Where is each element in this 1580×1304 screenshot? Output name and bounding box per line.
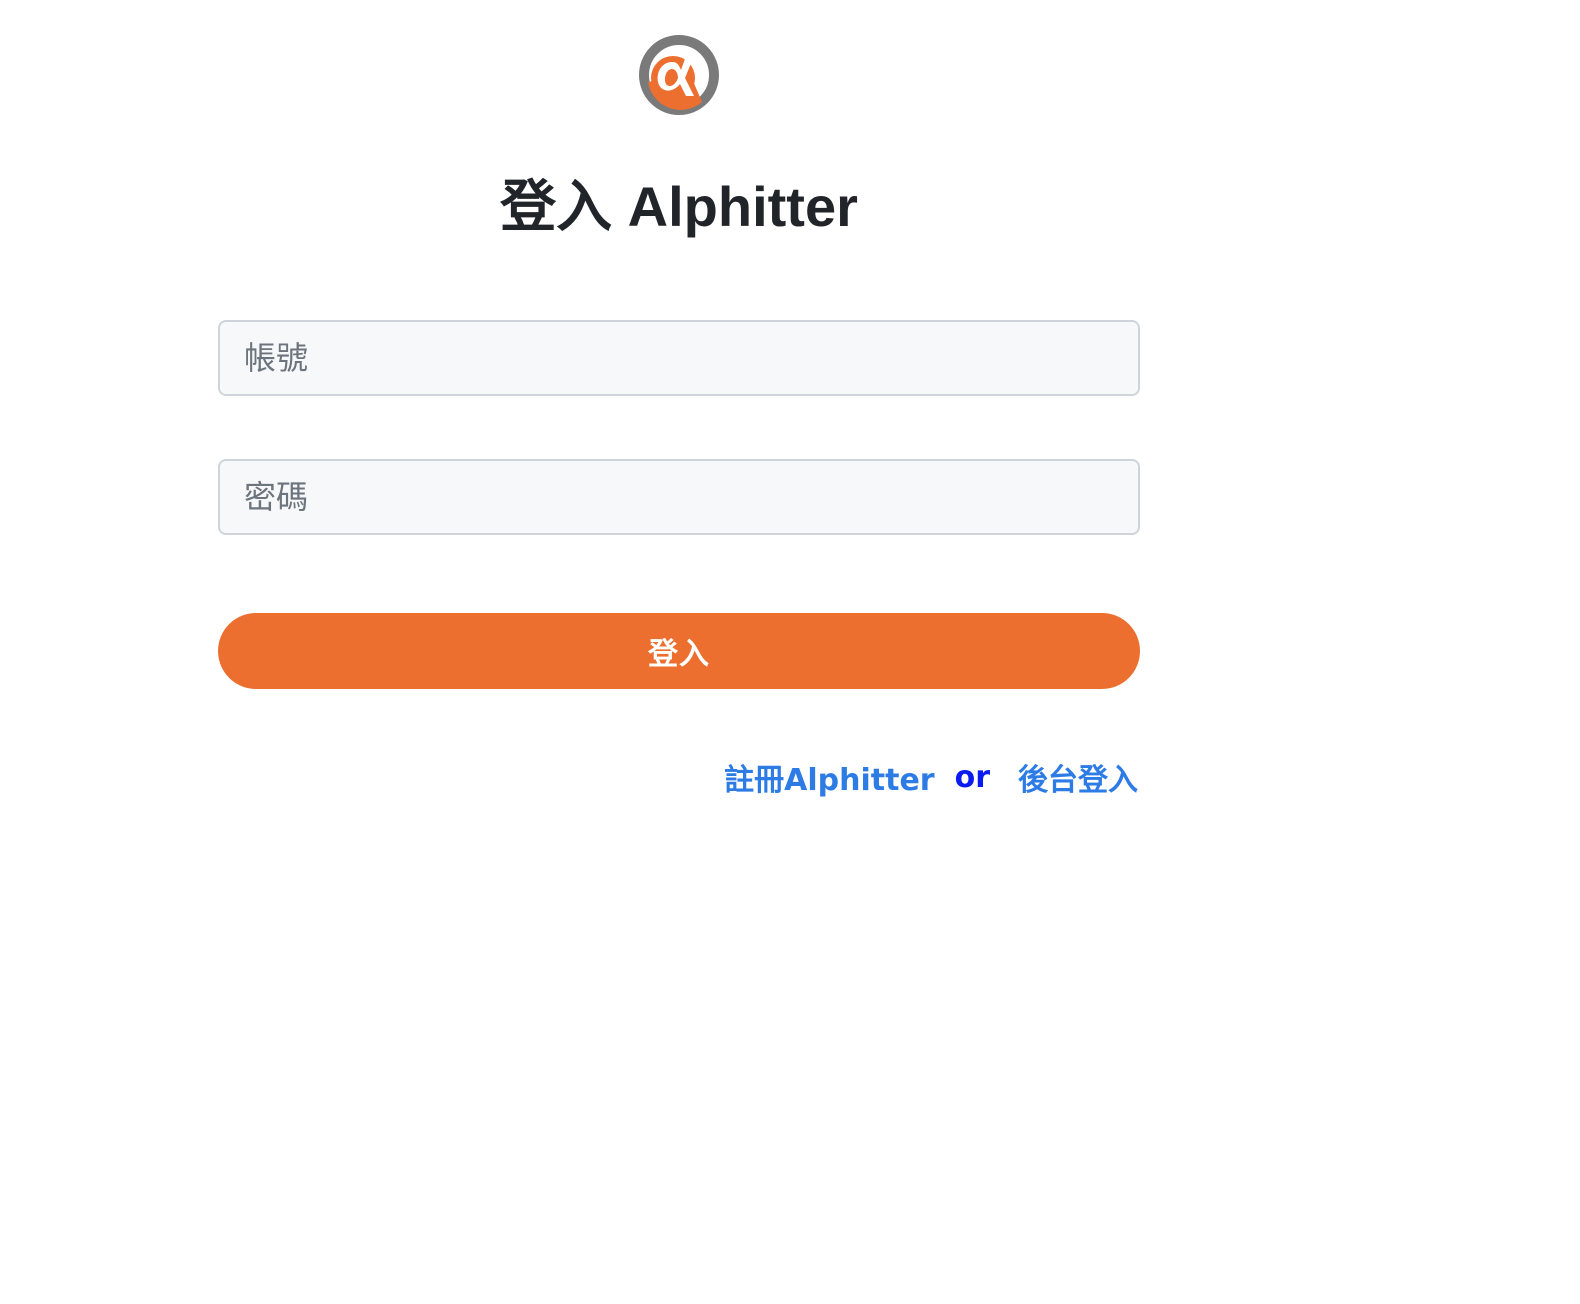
auth-links: 註冊Alphitter or 後台登入 xyxy=(724,752,1138,802)
page-title: 登入 Alphitter xyxy=(500,175,858,238)
links-separator: or xyxy=(954,759,990,795)
login-button[interactable]: 登入 xyxy=(218,613,1140,689)
admin-login-link[interactable]: 後台登入 xyxy=(1018,755,1138,799)
alpha-logo-icon xyxy=(638,34,720,116)
account-field[interactable] xyxy=(218,320,1140,396)
password-field[interactable] xyxy=(218,459,1140,535)
register-link[interactable]: 註冊Alphitter xyxy=(724,755,934,799)
